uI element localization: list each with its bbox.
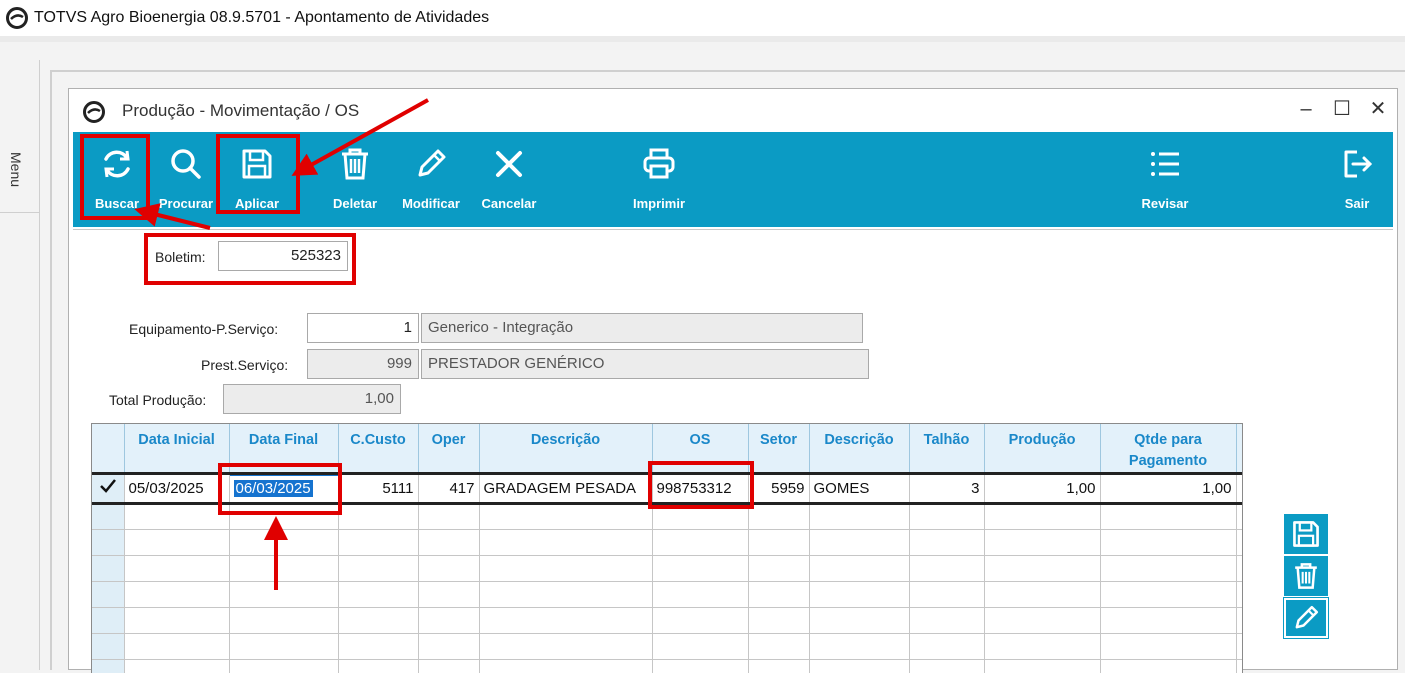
annotation-box-data-final	[218, 463, 342, 515]
grid-edit-button[interactable]	[1283, 597, 1329, 639]
modificar-button[interactable]: Modificar	[399, 132, 463, 227]
prestador-label: Prest.Serviço:	[201, 357, 289, 373]
pencil-icon	[418, 149, 446, 177]
row-header-corner	[92, 424, 125, 472]
prestador-desc-field: PRESTADOR GENÉRICO	[421, 349, 869, 379]
title-divider	[0, 36, 1405, 42]
list-icon	[1151, 152, 1179, 176]
exit-icon	[1344, 150, 1373, 178]
search-icon	[171, 149, 201, 179]
col-setor[interactable]: Setor	[748, 424, 810, 472]
cancelar-button[interactable]: Cancelar	[477, 132, 541, 227]
empty-row[interactable]	[92, 659, 1242, 673]
menu-label[interactable]: Menu	[8, 152, 24, 187]
total-producao-field: 1,00	[223, 384, 401, 414]
window-title: Produção - Movimentação / OS	[122, 101, 360, 120]
total-producao-label: Total Produção:	[109, 392, 207, 408]
sair-label: Sair	[1344, 196, 1370, 211]
annotation-box-buscar	[80, 134, 150, 220]
printer-icon	[643, 148, 675, 179]
cell-descricao-setor[interactable]: GOMES	[809, 475, 910, 505]
close-icon	[496, 151, 522, 177]
procurar-button[interactable]: Procurar	[156, 132, 216, 227]
trash-icon	[1295, 563, 1317, 589]
cancelar-label: Cancelar	[481, 196, 537, 211]
revisar-button[interactable]: Revisar	[1135, 132, 1195, 227]
equipamento-label: Equipamento-P.Serviço:	[129, 321, 279, 337]
equipamento-code-input[interactable]: 1	[307, 313, 419, 343]
menu-sidebar[interactable]: Menu	[0, 60, 40, 670]
annotation-box-os	[648, 461, 754, 509]
grid-save-button[interactable]	[1284, 514, 1328, 554]
col-descricao-setor[interactable]: Descrição	[809, 424, 910, 472]
equipamento-desc-field: Generico - Integração	[421, 313, 863, 343]
cell-c-custo[interactable]: 5111	[338, 475, 419, 505]
modificar-label: Modificar	[402, 196, 460, 211]
cell-descricao[interactable]: GRADAGEM PESADA	[479, 475, 653, 505]
totvs-logo-icon	[83, 101, 105, 123]
imprimir-button[interactable]: Imprimir	[627, 132, 691, 227]
annotation-box-boletim	[144, 233, 356, 285]
cell-data-inicial[interactable]: 05/03/2025	[124, 475, 230, 505]
empty-row[interactable]	[92, 633, 1242, 660]
maximize-icon[interactable]: ☐	[1333, 97, 1351, 121]
imprimir-label: Imprimir	[632, 196, 685, 211]
close-icon[interactable]: ✕	[1369, 97, 1387, 121]
cell-qtde-pagamento[interactable]: 1,00	[1100, 475, 1237, 505]
window-titlebar: Produção - Movimentação / OS – ☐ ✕	[69, 89, 1397, 132]
deletar-label: Deletar	[332, 196, 378, 211]
sair-button[interactable]: Sair	[1327, 132, 1387, 227]
check-icon	[99, 479, 116, 494]
row-selected-indicator	[92, 475, 125, 505]
empty-row[interactable]	[92, 607, 1242, 634]
col-descricao[interactable]: Descrição	[479, 424, 653, 472]
col-oper[interactable]: Oper	[418, 424, 480, 472]
col-qtde-pagamento[interactable]: Qtde para Pagamento	[1100, 424, 1237, 472]
empty-row[interactable]	[92, 581, 1242, 608]
empty-row[interactable]	[92, 529, 1242, 556]
cell-setor[interactable]: 5959	[748, 475, 810, 505]
minimize-icon[interactable]: –	[1297, 97, 1315, 121]
app-titlebar: TOTVS Agro Bioenergia 08.9.5701 - Aponta…	[0, 0, 1405, 36]
save-icon	[1293, 521, 1319, 547]
totvs-logo-icon	[6, 7, 28, 29]
revisar-label: Revisar	[1141, 196, 1189, 211]
cell-filler	[1236, 475, 1242, 505]
col-data-inicial[interactable]: Data Inicial	[124, 424, 230, 472]
cell-producao[interactable]: 1,00	[984, 475, 1101, 505]
cell-talhao[interactable]: 3	[909, 475, 985, 505]
grid-delete-button[interactable]	[1284, 556, 1328, 596]
grid-side-toolbar	[1283, 514, 1329, 640]
empty-row[interactable]	[92, 555, 1242, 582]
deletar-button[interactable]: Deletar	[325, 132, 385, 227]
procurar-label: Procurar	[158, 196, 214, 211]
edit-icon	[1295, 605, 1319, 629]
trash-icon	[342, 148, 368, 180]
app-title: TOTVS Agro Bioenergia 08.9.5701 - Aponta…	[34, 9, 490, 26]
col-talhao[interactable]: Talhão	[909, 424, 985, 472]
cell-oper[interactable]: 417	[418, 475, 480, 505]
form-area: Boletim: 525323 Equipamento-P.Serviço: 1…	[73, 229, 1393, 673]
col-c-custo[interactable]: C.Custo	[338, 424, 419, 472]
col-producao[interactable]: Produção	[984, 424, 1101, 472]
col-filler	[1236, 424, 1242, 472]
menu-divider	[0, 212, 40, 213]
annotation-box-aplicar	[216, 134, 300, 214]
prestador-code-field: 999	[307, 349, 419, 379]
